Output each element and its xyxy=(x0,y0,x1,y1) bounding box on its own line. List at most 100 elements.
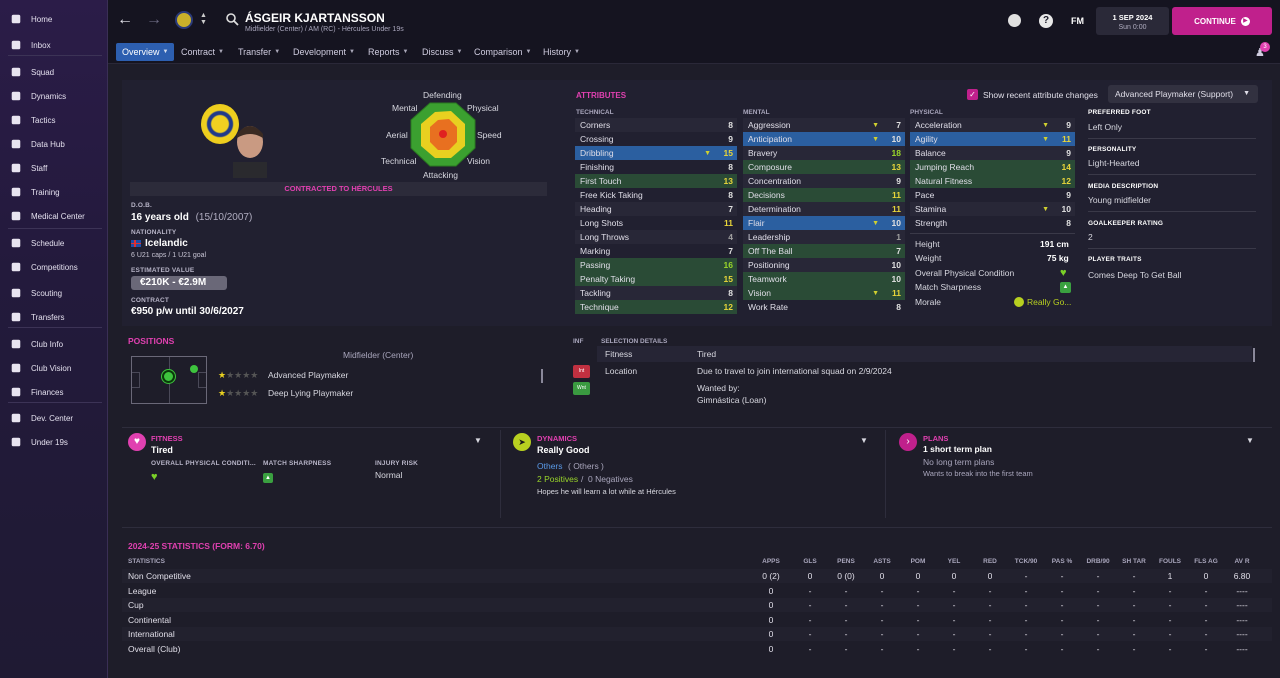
sidebar-item-staff[interactable]: Staff xyxy=(0,157,108,179)
dynamics-expand-icon[interactable]: ▼ xyxy=(860,436,868,445)
positions-scrollbar[interactable] xyxy=(541,369,543,383)
stats-col-header[interactable]: PAS % xyxy=(1044,558,1080,565)
sidebar-item-schedule[interactable]: Schedule xyxy=(0,232,108,254)
attr-technical-crossing[interactable]: Crossing 9 xyxy=(575,132,737,146)
stats-col-header[interactable]: DRB/90 xyxy=(1080,558,1116,565)
attr-mental-bravery[interactable]: Bravery 18 xyxy=(743,146,905,160)
tab-contract[interactable]: Contract ▼ xyxy=(175,43,230,61)
sidebar-item-club-info[interactable]: Club Info xyxy=(0,333,108,355)
plans-card-title[interactable]: PLANS xyxy=(923,434,948,443)
attr-technical-technique[interactable]: Technique 12 xyxy=(575,300,737,314)
chevron-updown-icon[interactable]: ▲ ▼ xyxy=(200,12,207,26)
club-crest-icon[interactable] xyxy=(175,11,193,29)
stats-col-header[interactable]: AV R xyxy=(1224,558,1260,565)
sidebar-item-squad[interactable]: Squad xyxy=(0,61,108,83)
attr-technical-passing[interactable]: Passing 16 xyxy=(575,258,737,272)
back-arrow-icon[interactable]: ← xyxy=(117,11,133,29)
attr-technical-finishing[interactable]: Finishing 8 xyxy=(575,160,737,174)
attr-physical-jumping-reach[interactable]: Jumping Reach 14 xyxy=(910,160,1075,174)
attr-mental-flair[interactable]: Flair 10 ▼ xyxy=(743,216,905,230)
attr-technical-long-throws[interactable]: Long Throws 4 xyxy=(575,230,737,244)
attr-technical-free-kick-taking[interactable]: Free Kick Taking 8 xyxy=(575,188,737,202)
attr-technical-marking[interactable]: Marking 7 xyxy=(575,244,737,258)
search-player-icon[interactable] xyxy=(225,12,239,26)
attr-mental-off-the-ball[interactable]: Off The Ball 7 xyxy=(743,244,905,258)
attr-mental-aggression[interactable]: Aggression 7 ▼ xyxy=(743,118,905,132)
attr-technical-first-touch[interactable]: First Touch 13 xyxy=(575,174,737,188)
attr-technical-heading[interactable]: Heading 7 xyxy=(575,202,737,216)
forward-arrow-icon[interactable]: → xyxy=(146,11,162,29)
attr-mental-leadership[interactable]: Leadership 1 xyxy=(743,230,905,244)
show-recent-checkbox[interactable]: ✓ xyxy=(967,89,978,100)
attr-physical-agility[interactable]: Agility 11 ▼ xyxy=(910,132,1075,146)
nationality[interactable]: Icelandic xyxy=(145,238,188,249)
sidebar-item-tactics[interactable]: Tactics xyxy=(0,109,108,131)
selection-scrollbar[interactable] xyxy=(1253,348,1255,362)
stats-col-header[interactable]: TCK/90 xyxy=(1008,558,1044,565)
tab-history[interactable]: History ▼ xyxy=(537,43,586,61)
attr-technical-dribbling[interactable]: Dribbling 15 ▼ xyxy=(575,146,737,160)
attr-mental-decisions[interactable]: Decisions 11 xyxy=(743,188,905,202)
attr-technical-tackling[interactable]: Tackling 8 xyxy=(575,286,737,300)
sidebar-item-competitions[interactable]: Competitions xyxy=(0,256,108,278)
attr-physical-acceleration[interactable]: Acceleration 9 ▼ xyxy=(910,118,1075,132)
attr-technical-long-shots[interactable]: Long Shots 11 xyxy=(575,216,737,230)
continue-button[interactable]: CONTINUE ▶ xyxy=(1172,7,1272,35)
date-box[interactable]: 1 SEP 2024 Sun 0:00 xyxy=(1096,7,1169,35)
stats-col-header[interactable]: PENS xyxy=(828,558,864,565)
morale-value[interactable]: Really Go... xyxy=(1027,297,1071,307)
sidebar-item-finances[interactable]: Finances xyxy=(0,381,108,403)
sidebar-item-inbox[interactable]: Inbox xyxy=(0,34,108,56)
role-deep-lying-playmaker[interactable]: Deep Lying Playmaker xyxy=(268,388,353,398)
attr-mental-positioning[interactable]: Positioning 10 xyxy=(743,258,905,272)
dynamics-card-title[interactable]: DYNAMICS xyxy=(537,434,577,443)
tab-transfer[interactable]: Transfer ▼ xyxy=(232,43,286,61)
tab-development[interactable]: Development ▼ xyxy=(287,43,361,61)
attr-physical-natural-fitness[interactable]: Natural Fitness 12 xyxy=(910,174,1075,188)
attr-physical-stamina[interactable]: Stamina 10 ▼ xyxy=(910,202,1075,216)
role-advanced-playmaker[interactable]: Advanced Playmaker xyxy=(268,370,348,380)
sidebar-item-scouting[interactable]: Scouting xyxy=(0,282,108,304)
plans-expand-icon[interactable]: ▼ xyxy=(1246,436,1254,445)
tab-reports[interactable]: Reports ▼ xyxy=(362,43,414,61)
wanted-club[interactable]: Gimnástica (Loan) xyxy=(697,395,766,405)
dynamics-others-link[interactable]: Others xyxy=(537,461,563,471)
attr-mental-teamwork[interactable]: Teamwork 10 xyxy=(743,272,905,286)
stats-col-header[interactable]: RED xyxy=(972,558,1008,565)
stats-col-header[interactable]: APPS xyxy=(753,558,789,565)
attr-mental-anticipation[interactable]: Anticipation 10 ▼ xyxy=(743,132,905,146)
tab-overview[interactable]: Overview ▼ xyxy=(116,43,175,61)
stats-col-header[interactable]: SH TAR xyxy=(1116,558,1152,565)
attr-mental-concentration[interactable]: Concentration 9 xyxy=(743,174,905,188)
attr-technical-corners[interactable]: Corners 8 xyxy=(575,118,737,132)
attr-mental-vision[interactable]: Vision 11 ▼ xyxy=(743,286,905,300)
stats-col-header[interactable]: FLS AG xyxy=(1188,558,1224,565)
sidebar-item-transfers[interactable]: Transfers xyxy=(0,306,108,328)
sidebar-item-home[interactable]: Home xyxy=(0,8,108,30)
attr-mental-composure[interactable]: Composure 13 xyxy=(743,160,905,174)
sidebar-item-dynamics[interactable]: Dynamics xyxy=(0,85,108,107)
sidebar-item-medical-center[interactable]: Medical Center xyxy=(0,205,108,227)
attr-physical-balance[interactable]: Balance 9 xyxy=(910,146,1075,160)
stats-col-header[interactable]: POM xyxy=(900,558,936,565)
stats-col-header[interactable]: GLS xyxy=(792,558,828,565)
fitness-card-title[interactable]: FITNESS xyxy=(151,434,183,443)
attr-mental-work-rate[interactable]: Work Rate 8 xyxy=(743,300,905,314)
stats-col-header[interactable]: ASTS xyxy=(864,558,900,565)
help-icon[interactable]: ? xyxy=(1039,14,1053,28)
sidebar-item-data-hub[interactable]: Data Hub xyxy=(0,133,108,155)
sidebar-item-club-vision[interactable]: Club Vision xyxy=(0,357,108,379)
fm-menu-button[interactable]: FM xyxy=(1071,16,1084,26)
traits-value[interactable]: Comes Deep To Get Ball xyxy=(1088,270,1181,280)
stats-col-header[interactable]: YEL xyxy=(936,558,972,565)
stats-col-header[interactable]: FOULS xyxy=(1152,558,1188,565)
attr-technical-penalty-taking[interactable]: Penalty Taking 15 xyxy=(575,272,737,286)
attr-mental-determination[interactable]: Determination 11 xyxy=(743,202,905,216)
tab-comparison[interactable]: Comparison ▼ xyxy=(468,43,537,61)
attr-physical-strength[interactable]: Strength 8 xyxy=(910,216,1075,230)
fitness-expand-icon[interactable]: ▼ xyxy=(474,436,482,445)
sidebar-item-dev-center[interactable]: Dev. Center xyxy=(0,407,108,429)
world-icon[interactable] xyxy=(1008,14,1021,27)
sidebar-item-under-19s[interactable]: Under 19s xyxy=(0,431,108,453)
tab-discuss[interactable]: Discuss ▼ xyxy=(416,43,468,61)
